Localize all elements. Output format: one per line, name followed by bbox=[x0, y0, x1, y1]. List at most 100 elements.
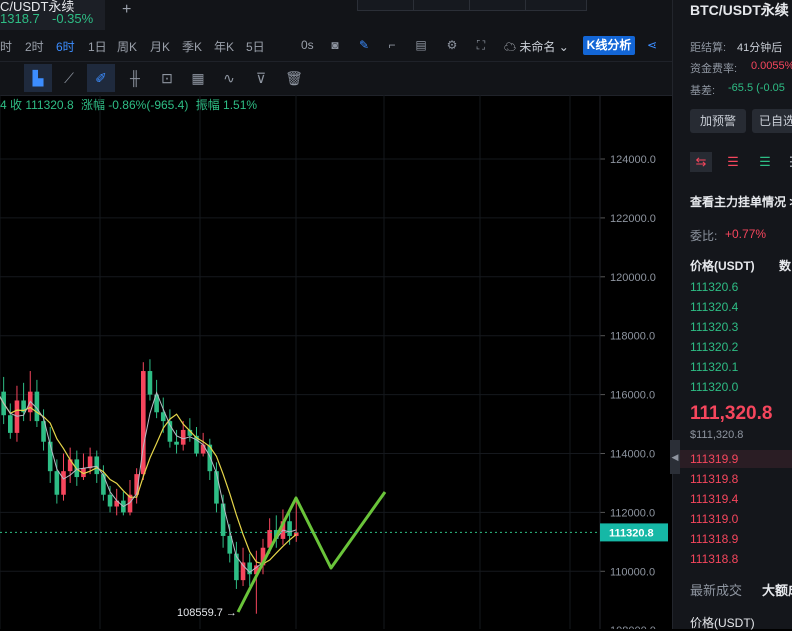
tab-change: -0.35% bbox=[52, 11, 94, 26]
last-price-usd: $111,320.8 bbox=[690, 429, 744, 441]
price-tick: 116000.0 bbox=[610, 390, 655, 402]
candlestick-chart[interactable]: 108559.7 → 124000.0 122000.0 120000.0 11800… bbox=[0, 95, 672, 629]
interval-year[interactable]: 年K bbox=[214, 38, 234, 55]
ask-row[interactable]: 111320.4 bbox=[690, 300, 738, 314]
funding-label: 资金费率: bbox=[690, 63, 738, 75]
price-tick: 110000.0 bbox=[610, 566, 655, 578]
candle-body bbox=[8, 415, 13, 433]
symbol-title: BTC/USDT永续 bbox=[690, 2, 789, 18]
top-panel-slot[interactable] bbox=[357, 0, 414, 11]
indicator-icon[interactable]: ▤ bbox=[413, 38, 429, 52]
camera-icon[interactable]: ◙ bbox=[327, 38, 343, 52]
ask-row[interactable]: 111320.0 bbox=[690, 380, 738, 394]
collapse-panel-icon[interactable]: ◀ bbox=[670, 440, 680, 474]
low-price-marker: 108559.7 → bbox=[177, 607, 237, 619]
top-panel-slot[interactable] bbox=[413, 0, 470, 11]
settlement-value: 41分钟后 bbox=[737, 42, 783, 54]
interval-month[interactable]: 月K bbox=[150, 38, 170, 55]
price-tick: 122000.0 bbox=[610, 213, 656, 225]
magnet-icon[interactable]: ∿ bbox=[215, 64, 243, 92]
basis-value: -65.5 (-0.05 bbox=[728, 82, 785, 94]
bookmark-icon[interactable]: ▙ bbox=[24, 64, 52, 92]
candle-body bbox=[147, 371, 153, 395]
bid-row[interactable]: 111319.9 bbox=[690, 452, 738, 466]
price-tick: 112000.0 bbox=[610, 507, 655, 519]
price-tick: 124000.0 bbox=[610, 154, 656, 166]
kline-analysis-button[interactable]: K线分析 bbox=[583, 36, 635, 55]
settlement-label: 距结算: bbox=[690, 42, 727, 54]
funding-value: 0.0055% bbox=[751, 60, 792, 72]
orderbook-asks-icon[interactable]: ☰ bbox=[722, 152, 744, 172]
main-orders-link[interactable]: 查看主力挂单情况 > bbox=[690, 193, 792, 210]
ask-row[interactable]: 111320.6 bbox=[690, 280, 738, 294]
ma-line-white bbox=[0, 391, 297, 573]
crop-icon[interactable]: ⌐ bbox=[384, 38, 400, 52]
top-panel-slot[interactable] bbox=[525, 0, 587, 11]
candle-body bbox=[214, 471, 219, 504]
layout-name: 未命名 bbox=[519, 40, 556, 54]
bid-row[interactable]: 111319.4 bbox=[690, 492, 738, 506]
tab-latest-trades[interactable]: 最新成交 bbox=[690, 580, 742, 599]
filter-icon[interactable]: ⊽ bbox=[247, 64, 275, 92]
bid-row[interactable]: 111319.0 bbox=[690, 512, 738, 526]
lock-icon[interactable]: ⊡ bbox=[153, 64, 181, 92]
col-qty-header: 数 bbox=[779, 259, 792, 273]
candle-body bbox=[87, 456, 93, 469]
interval-5d[interactable]: 5日 bbox=[246, 38, 265, 55]
interval-quarter[interactable]: 季K bbox=[182, 38, 202, 55]
bid-row[interactable]: 111319.8 bbox=[690, 472, 738, 486]
candle-body bbox=[200, 444, 206, 454]
candle-body bbox=[174, 441, 179, 445]
bottom-col-price: 价格(USDT) bbox=[690, 616, 755, 630]
ask-row[interactable]: 111320.3 bbox=[690, 320, 738, 334]
interval-1d[interactable]: 1日 bbox=[88, 38, 107, 55]
current-price-label: 111320.8 bbox=[609, 527, 654, 539]
layout-select[interactable]: ☁ 未命名 ⌄ bbox=[504, 38, 569, 55]
col-price-header: 价格(USDT) bbox=[690, 259, 755, 273]
price-tick: 120000.0 bbox=[610, 272, 656, 284]
price-tick: 114000.0 bbox=[610, 449, 655, 461]
candle-body bbox=[54, 471, 60, 495]
interval-1h[interactable]: 时 bbox=[0, 38, 12, 55]
ratio-label: 委比: bbox=[690, 229, 718, 243]
seconds-interval[interactable]: 0s bbox=[301, 38, 314, 52]
candle-body bbox=[94, 456, 100, 475]
top-panel-slot[interactable] bbox=[469, 0, 526, 11]
trash-icon[interactable]: 🗑 bbox=[280, 64, 308, 92]
candle-body bbox=[101, 474, 106, 495]
ratio-value: +0.77% bbox=[725, 227, 767, 241]
price-tick: 108000.0 bbox=[610, 625, 656, 629]
last-price: 111,320.8 bbox=[690, 403, 773, 424]
interval-week[interactable]: 周K bbox=[117, 38, 137, 55]
watchlist-button[interactable]: 已自选 bbox=[752, 109, 792, 133]
brush-icon[interactable]: ✐ bbox=[87, 64, 115, 92]
bid-row[interactable]: 111318.9 bbox=[690, 532, 738, 546]
ask-row[interactable]: 111320.1 bbox=[690, 360, 738, 374]
candle-body bbox=[61, 471, 66, 495]
interval-2h[interactable]: 2时 bbox=[25, 38, 44, 55]
orderbook-both-icon[interactable]: ⇆ bbox=[690, 152, 712, 172]
ask-row[interactable]: 111320.2 bbox=[690, 340, 738, 354]
candle-body bbox=[180, 429, 186, 445]
bid-row[interactable]: 111318.8 bbox=[690, 552, 738, 566]
orderbook-bids-icon[interactable]: ☰ bbox=[754, 152, 776, 172]
tab-btc-usdt[interactable]: C/USDT永续 1318.7 -0.35% bbox=[0, 0, 105, 30]
interval-6h[interactable]: 6时 bbox=[56, 38, 75, 55]
note-icon[interactable]: ▦ bbox=[184, 64, 212, 92]
price-tick: 118000.0 bbox=[610, 331, 655, 343]
candles-icon[interactable]: ╫ bbox=[121, 64, 149, 92]
pencil-icon[interactable]: ✎ bbox=[356, 38, 372, 52]
add-tab-button[interactable]: + bbox=[122, 1, 131, 19]
ma-line-yellow bbox=[0, 395, 297, 565]
fullscreen-icon[interactable]: ⛶ bbox=[473, 38, 489, 52]
orderbook-more-icon[interactable]: ⋮ bbox=[780, 152, 792, 172]
tab-large-trades[interactable]: 大额成 bbox=[762, 580, 792, 599]
gear-icon[interactable]: ⚙ bbox=[444, 38, 460, 52]
candle-body bbox=[287, 521, 292, 536]
candle-body bbox=[107, 494, 113, 507]
ruler-icon[interactable]: ⟋ bbox=[55, 64, 83, 92]
forecast-zigzag bbox=[236, 491, 387, 613]
share-icon[interactable]: ⋖ bbox=[644, 38, 660, 52]
add-alert-button[interactable]: 加预警 bbox=[690, 109, 746, 133]
candle-body bbox=[234, 553, 239, 581]
